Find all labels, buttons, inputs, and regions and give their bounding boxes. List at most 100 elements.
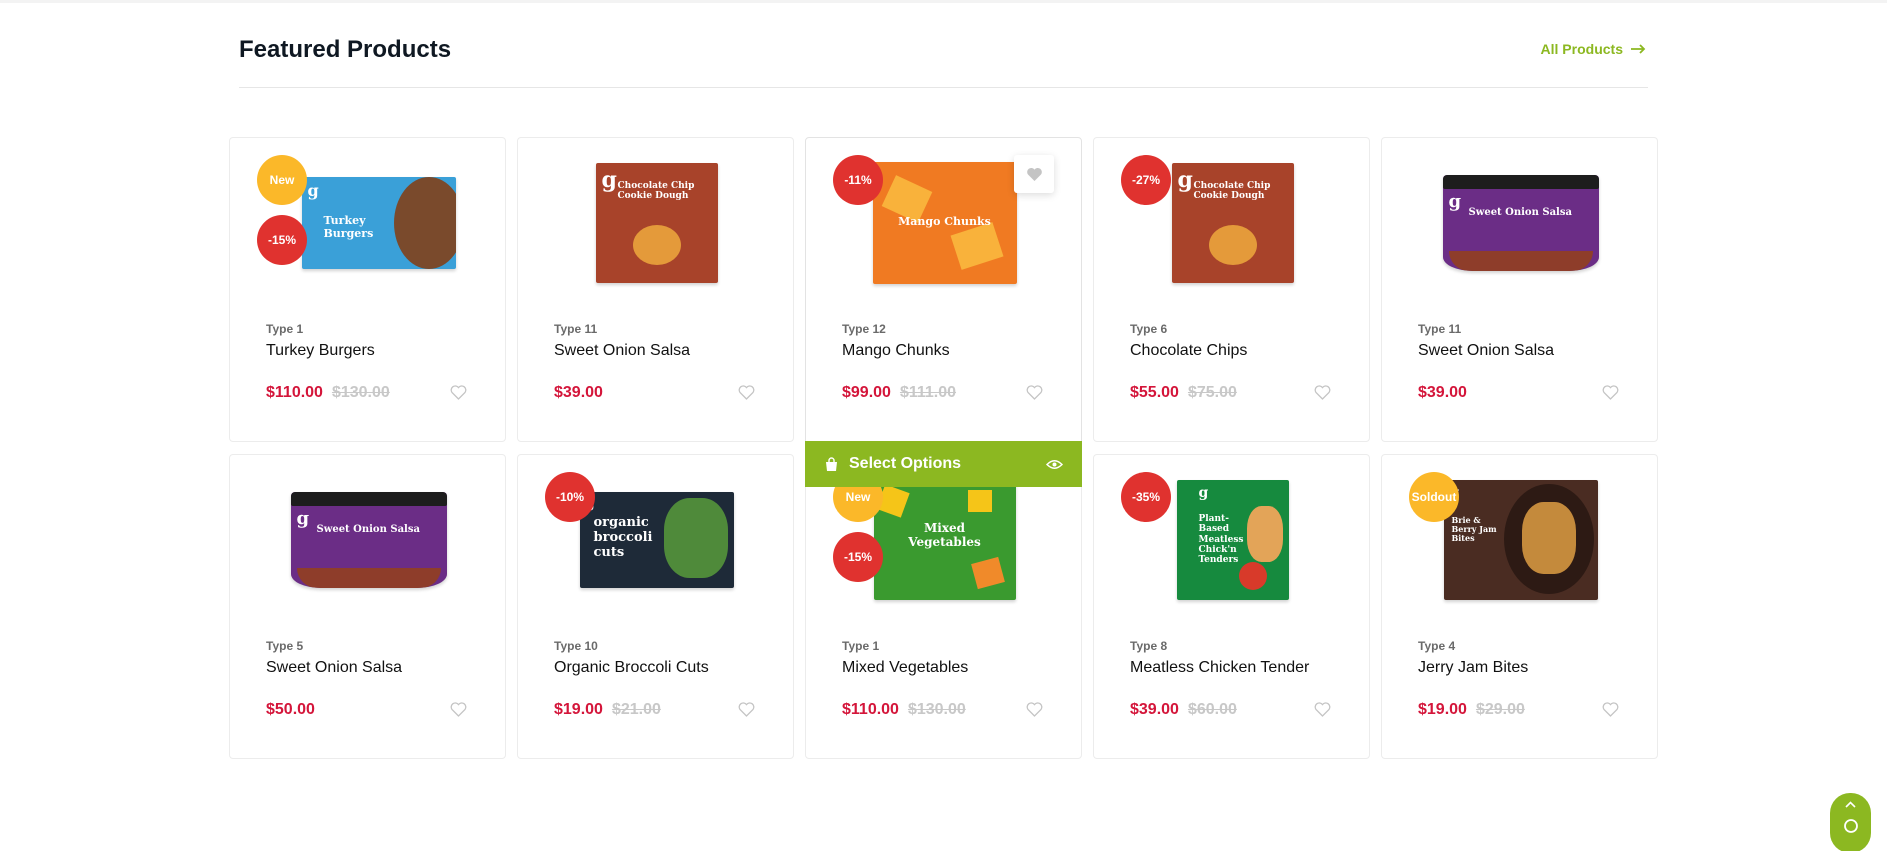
package-label: Sweet Onion Salsa [1468, 207, 1572, 218]
product-card[interactable]: Mixed Vegetables New -15% Type 1 Mixed V… [805, 454, 1082, 759]
scroll-to-top-button[interactable] [1830, 793, 1871, 851]
brand-logo: g [296, 508, 310, 529]
heart-icon[interactable] [1602, 702, 1619, 717]
cookie-art [632, 224, 681, 265]
product-name[interactable]: Mixed Vegetables [842, 659, 968, 677]
current-price: $39.00 [554, 384, 603, 401]
package-label: organic broccoli cuts [593, 515, 653, 560]
product-card[interactable]: g Sweet Onion Salsa Type 5 Sweet Onion S… [229, 454, 506, 759]
heart-icon[interactable] [1602, 385, 1619, 400]
product-grid: g Turkey Burgers New -15% Type 1 Turkey … [229, 137, 1658, 759]
product-type: Type 10 [554, 639, 598, 653]
package-label: Sweet Onion Salsa [316, 524, 420, 535]
product-type: Type 8 [1130, 639, 1168, 653]
corn-art [967, 490, 992, 512]
bites-art [1521, 502, 1576, 574]
product-card[interactable]: g Plant-Based Meatless Chick'n Tenders -… [1093, 454, 1370, 759]
product-card[interactable]: g organic broccoli cuts -10% Type 10 Org… [517, 454, 794, 759]
price-block: $19.00 $21.00 [554, 701, 661, 719]
heart-icon[interactable] [1026, 385, 1043, 400]
product-card[interactable]: g Chocolate Chip Cookie Dough -27% Type … [1093, 137, 1370, 442]
tub-lid [290, 492, 447, 506]
product-type: Type 4 [1418, 639, 1456, 653]
product-type: Type 12 [842, 322, 886, 336]
old-price: $21.00 [611, 701, 661, 718]
current-price: $39.00 [1130, 701, 1179, 718]
product-image[interactable]: g Sweet Onion Salsa [230, 455, 507, 625]
current-price: $50.00 [266, 701, 315, 718]
section-header: Featured Products All Products [239, 34, 1648, 88]
price-block: $39.00 [554, 384, 603, 402]
brand-logo: g [601, 167, 617, 193]
product-name[interactable]: Sweet Onion Salsa [1418, 342, 1554, 360]
old-price: $75.00 [1187, 384, 1237, 401]
discount-badge: -35% [1121, 472, 1171, 522]
product-name[interactable]: Sweet Onion Salsa [554, 342, 690, 360]
heart-icon[interactable] [738, 385, 755, 400]
heart-icon[interactable] [450, 385, 467, 400]
eye-icon[interactable] [1046, 459, 1063, 470]
product-type: Type 11 [1418, 322, 1462, 336]
product-card[interactable]: g Turkey Burgers New -15% Type 1 Turkey … [229, 137, 506, 442]
package-image: g Chocolate Chip Cookie Dough [595, 163, 718, 283]
discount-badge: -10% [545, 472, 595, 522]
heart-icon[interactable] [1026, 702, 1043, 717]
heart-icon[interactable] [738, 702, 755, 717]
product-name[interactable]: Sweet Onion Salsa [266, 659, 402, 677]
product-type: Type 6 [1130, 322, 1168, 336]
old-price: $130.00 [907, 701, 966, 718]
mango-art [950, 222, 1003, 270]
product-image[interactable]: g Chocolate Chip Cookie Dough [518, 138, 795, 308]
all-products-label: All Products [1540, 41, 1623, 57]
current-price: $110.00 [266, 384, 323, 401]
package-label: Turkey Burgers [323, 214, 374, 240]
wishlist-button[interactable] [1014, 155, 1054, 193]
package-image: g Chocolate Chip Cookie Dough [1171, 163, 1294, 283]
package-label: Plant-Based Meatless Chick'n Tenders [1198, 514, 1244, 566]
price-block: $39.00 [1418, 384, 1467, 402]
product-card[interactable]: g Sweet Onion Salsa Type 11 Sweet Onion … [1381, 137, 1658, 442]
product-name[interactable]: Jerry Jam Bites [1418, 659, 1528, 677]
sauce-art [1238, 562, 1267, 590]
select-options-button[interactable]: Select Options [805, 441, 1082, 487]
current-price: $110.00 [842, 701, 899, 718]
package-image: Mixed Vegetables [873, 480, 1016, 600]
product-type: Type 5 [266, 639, 304, 653]
brand-logo: g [1198, 485, 1209, 501]
product-name[interactable]: Organic Broccoli Cuts [554, 659, 709, 677]
price-block: $19.00 $29.00 [1418, 701, 1525, 719]
package-label: Chocolate Chip Cookie Dough [617, 181, 695, 202]
product-type: Type 1 [842, 639, 880, 653]
tub-base [1448, 251, 1593, 271]
product-card[interactable]: g Brie & Berry Jam Bites Soldout Type 4 … [1381, 454, 1658, 759]
product-image[interactable]: g Sweet Onion Salsa [1382, 138, 1659, 308]
product-card[interactable]: Mango Chunks -11% Type 12 Mango Chunks $… [805, 137, 1082, 487]
current-price: $99.00 [842, 384, 891, 401]
package-label: Brie & Berry Jam Bites [1451, 515, 1497, 544]
all-products-link[interactable]: All Products [1541, 41, 1646, 57]
chevron-up-icon [1845, 801, 1856, 808]
progress-ring-icon [1843, 819, 1858, 833]
package-image: g Sweet Onion Salsa [290, 492, 447, 588]
cookie-art [1208, 224, 1257, 265]
product-name[interactable]: Turkey Burgers [266, 342, 375, 360]
new-badge: New [257, 155, 307, 205]
bag-icon [826, 456, 837, 471]
package-image: g Turkey Burgers [301, 177, 456, 269]
product-name[interactable]: Meatless Chicken Tender [1130, 659, 1309, 677]
package-label: Mixed Vegetables [908, 521, 981, 549]
tub-base [296, 568, 441, 588]
package-image: Mango Chunks [872, 162, 1017, 284]
current-price: $55.00 [1130, 384, 1179, 401]
product-card[interactable]: g Chocolate Chip Cookie Dough Type 11 Sw… [517, 137, 794, 442]
heart-icon[interactable] [1314, 702, 1331, 717]
product-name[interactable]: Mango Chunks [842, 342, 950, 360]
heart-icon[interactable] [1314, 385, 1331, 400]
heart-icon[interactable] [450, 702, 467, 717]
discount-badge: -11% [833, 155, 883, 205]
product-name[interactable]: Chocolate Chips [1130, 342, 1247, 360]
package-image: g Plant-Based Meatless Chick'n Tenders [1176, 480, 1289, 600]
product-type: Type 11 [554, 322, 598, 336]
discount-badge: -27% [1121, 155, 1171, 205]
section-title: Featured Products [239, 36, 452, 63]
